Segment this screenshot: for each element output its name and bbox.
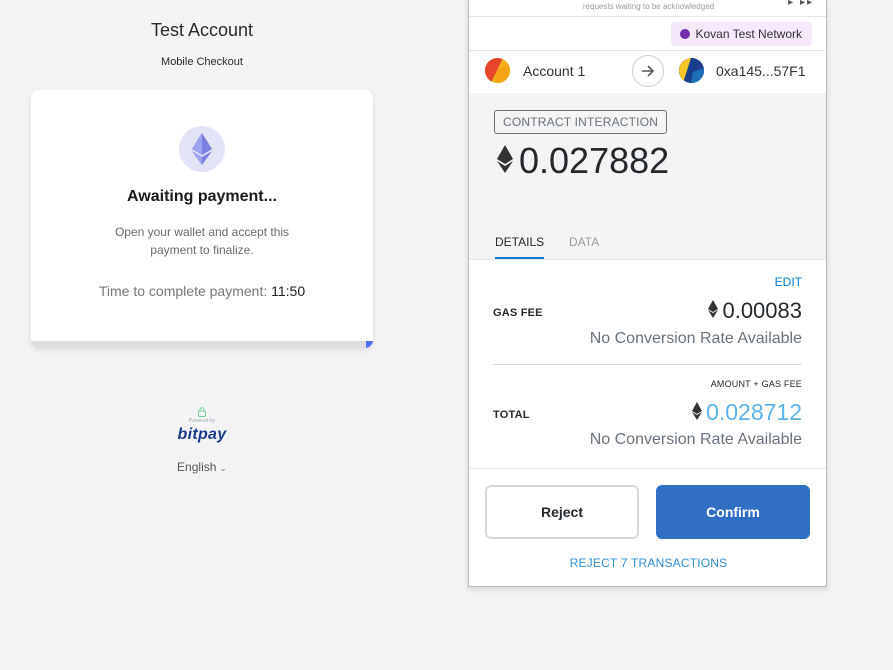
status-heading: Awaiting payment...	[127, 188, 277, 205]
amount-plus-gas-label: AMOUNT + GAS FEE	[710, 379, 802, 389]
gas-fee-value: 0.00083	[722, 298, 802, 323]
bitpay-logo: bitpay	[177, 426, 227, 443]
timer-value: 11:50	[271, 283, 306, 299]
sender-recipient-row: Account 1 0xa145...57F1	[469, 50, 826, 92]
divider	[469, 468, 826, 469]
reject-all-link[interactable]: REJECT 7 TRANSACTIONS	[469, 556, 826, 570]
transaction-summary: CONTRACT INTERACTION 0.027882 DETAILS DA…	[469, 93, 826, 259]
checkout-title: Test Account	[150, 20, 254, 40]
total-amount: 0.028712	[692, 399, 802, 426]
network-indicator[interactable]: Kovan Test Network	[670, 22, 812, 46]
tab-details[interactable]: DETAILS	[495, 235, 545, 259]
checkout-subtitle: Mobile Checkout	[161, 56, 243, 68]
from-account-name[interactable]: Account 1	[523, 63, 585, 79]
queue-status: requests waiting to be acknowledged	[582, 2, 715, 11]
gas-fee-amount: 0.00083	[708, 298, 802, 324]
amount-value: 0.027882	[519, 140, 670, 181]
progress-fill	[366, 341, 373, 348]
transaction-type-badge: CONTRACT INTERACTION	[494, 110, 668, 134]
divider	[469, 259, 826, 260]
language-label: English	[177, 460, 217, 474]
ethereum-icon	[179, 126, 225, 172]
network-dot-icon	[679, 29, 690, 39]
lock-icon	[197, 404, 207, 417]
edit-gas-button[interactable]: EDIT	[775, 275, 802, 289]
from-account-avatar	[485, 58, 510, 83]
divider	[469, 16, 826, 17]
payment-timer: Time to complete payment: 11:50	[31, 283, 373, 299]
payment-progress-bar	[31, 341, 373, 348]
transaction-amount: 0.027882	[497, 140, 669, 182]
to-account-avatar	[679, 58, 704, 83]
gas-fee-fiat: No Conversion Rate Available	[589, 330, 802, 347]
arrow-right-icon	[632, 55, 664, 87]
ethereum-icon	[692, 400, 703, 426]
total-value: 0.028712	[706, 399, 802, 425]
ethereum-icon	[497, 144, 513, 178]
total-fiat: No Conversion Rate Available	[589, 431, 802, 448]
payment-instructions: Open your wallet and accept this payment…	[114, 225, 290, 257]
divider	[493, 364, 802, 365]
network-name: Kovan Test Network	[695, 27, 803, 41]
reject-button[interactable]: Reject	[485, 485, 639, 539]
tab-data[interactable]: DATA	[569, 235, 599, 257]
confirm-button[interactable]: Confirm	[656, 485, 810, 539]
total-label: TOTAL	[493, 409, 530, 421]
powered-by-text: Powered by	[188, 418, 216, 424]
ethereum-icon	[708, 298, 719, 324]
language-selector[interactable]: English ⌄	[152, 460, 252, 474]
gas-fee-label: GAS FEE	[493, 307, 543, 319]
metamask-popup: requests waiting to be acknowledged ▸ ▸▸…	[468, 0, 827, 587]
queue-next-icon[interactable]: ▸ ▸▸	[788, 0, 814, 8]
chevron-down-icon: ⌄	[219, 463, 227, 473]
payment-card: Awaiting payment... Open your wallet and…	[31, 90, 373, 348]
timer-label: Time to complete payment:	[98, 283, 268, 299]
to-address[interactable]: 0xa145...57F1	[716, 63, 806, 79]
